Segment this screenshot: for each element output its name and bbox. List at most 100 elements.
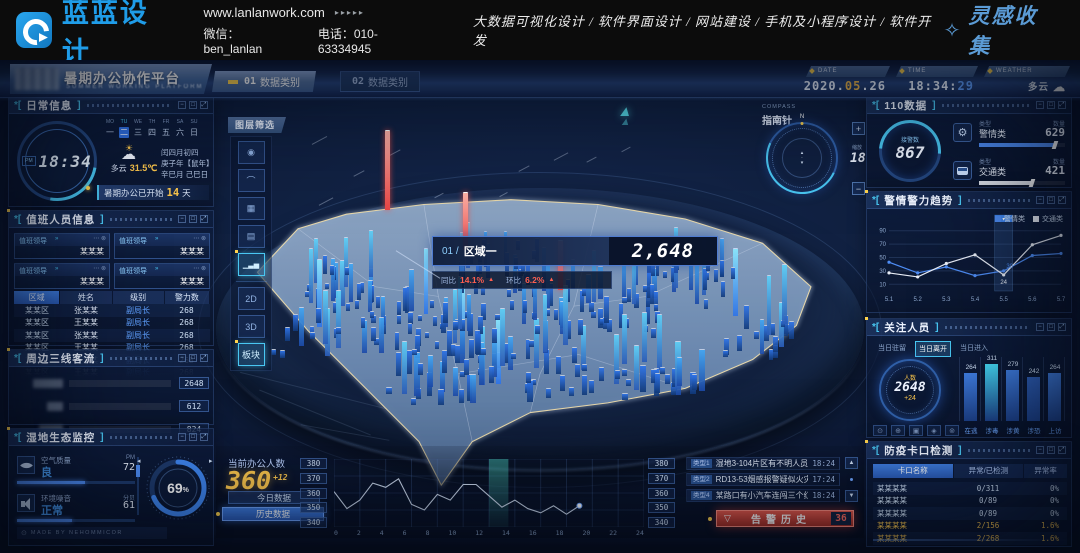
column-header[interactable]: 姓名 — [60, 291, 111, 304]
window-icon[interactable]: □ — [189, 101, 197, 109]
duty-leader-card[interactable]: 值班领导»⋯ ⊗某某某 — [14, 233, 110, 259]
layer-filter-toolbar: ◉ ⌒ ▦ ▤ ▁▃▅ 2D 3D 板块 — [230, 136, 272, 371]
expand-icon[interactable]: ⤢ — [200, 433, 208, 441]
tooltip-region-name: 区域一 — [464, 243, 497, 259]
duty-leader-card[interactable]: 值班领导»⋯ ⊗某某某 — [14, 263, 110, 289]
svg-text:24: 24 — [1000, 280, 1007, 286]
column-header[interactable]: 区域 — [14, 291, 59, 304]
notice-banner: 暑期办公已开始14天 — [97, 185, 209, 200]
column-header[interactable]: 异常/已检测 — [954, 464, 1024, 478]
window-icon[interactable]: □ — [1047, 196, 1055, 204]
zoom-in-button[interactable]: + — [852, 122, 865, 135]
watermark: ⊙ MADE BY NEHOMMICOR — [17, 527, 167, 539]
minimize-icon[interactable]: − — [178, 101, 186, 109]
grid-icon[interactable]: ▦ — [238, 197, 265, 220]
column-header[interactable]: 卡口名称 — [873, 464, 953, 478]
minimize-icon[interactable]: − — [1036, 101, 1044, 109]
table-row[interactable]: 某某区王某某副局长268 — [14, 317, 210, 330]
office-count-delta: +12 — [273, 473, 287, 482]
clock-time: 18:34 — [39, 152, 92, 171]
tab-label: 数据类别 — [260, 74, 300, 89]
svg-text:30: 30 — [879, 269, 886, 275]
layer-filter-title: 图层筛选 — [228, 117, 286, 133]
expand-icon[interactable]: ⤢ — [1058, 101, 1066, 109]
window-icon[interactable]: □ — [189, 215, 197, 223]
table-row[interactable]: 某某区张某某副局长268 — [14, 329, 210, 342]
key-icon[interactable]: ⊕ — [891, 425, 905, 436]
alert-history-button[interactable]: ▽ 告警历史 36 — [716, 510, 854, 527]
scroll-down-icon[interactable]: ▼ — [845, 490, 858, 502]
window-icon[interactable]: □ — [1047, 101, 1055, 109]
floating-arrow-icon: ▲▲ — [618, 106, 633, 127]
bar-chart-icon[interactable]: ▁▃▅ — [238, 253, 265, 276]
expand-icon[interactable]: ⤢ — [200, 215, 208, 223]
arrows-decoration: ▸▸▸▸▸ — [335, 8, 365, 17]
tab-data-category-2[interactable]: 02 数据类别 — [340, 71, 420, 92]
mode-block-button[interactable]: 板块 — [238, 343, 265, 366]
focus-tab-0[interactable]: 当日驻留 — [875, 341, 909, 357]
checkpoint-row[interactable]: 某某某某0/3110% — [873, 482, 1067, 495]
weekday-th[interactable]: TH四 — [147, 119, 157, 138]
minimize-icon[interactable]: − — [178, 433, 186, 441]
weekday-we[interactable]: WE三 — [133, 119, 143, 138]
minimize-icon[interactable]: − — [1036, 196, 1044, 204]
minimize-icon[interactable]: − — [178, 354, 186, 362]
wind-dash — [554, 152, 569, 160]
checkpoint-row[interactable]: 某某某某0/890% — [873, 495, 1067, 508]
gauge-right-arrow[interactable]: ▸ — [209, 457, 213, 465]
expand-icon[interactable]: ⤢ — [200, 354, 208, 362]
weekday-mo[interactable]: MO一 — [105, 119, 115, 138]
window-icon[interactable]: □ — [189, 354, 197, 362]
signal-icon[interactable]: ⌒ — [238, 169, 265, 192]
y-tick: 370 — [648, 473, 675, 484]
weekday-su[interactable]: SU日 — [189, 119, 199, 138]
column-header[interactable]: 异常率 — [1024, 464, 1067, 478]
flag-icon[interactable]: ◈ — [927, 425, 941, 436]
collection-badge[interactable]: ✧ 灵感收集 — [944, 0, 1080, 60]
expand-icon[interactable]: ⤢ — [200, 101, 208, 109]
minimize-icon[interactable]: − — [178, 215, 186, 223]
camera-icon[interactable]: ⊚ — [945, 425, 959, 436]
minimize-icon[interactable]: − — [1036, 446, 1044, 454]
weekday-sa[interactable]: SA六 — [175, 119, 185, 138]
compass[interactable]: N ▴·▾ — [766, 122, 838, 194]
table-row[interactable]: 某某区张某某副局长268 — [14, 304, 210, 317]
camera-icon[interactable]: ◉ — [238, 141, 265, 164]
expand-icon[interactable]: ⤢ — [1058, 323, 1066, 331]
window-icon[interactable]: □ — [1047, 446, 1055, 454]
window-icon[interactable]: □ — [1047, 323, 1055, 331]
checkpoint-row[interactable]: 某某某某2/1561.6% — [873, 520, 1067, 533]
alert-row[interactable]: 类型2RD13-53烟感报警疑似火灾17:24 — [686, 473, 840, 486]
focus-tab-1[interactable]: 当日离开 — [915, 341, 951, 357]
scroll-up-icon[interactable]: ▲ — [845, 457, 858, 469]
list-icon[interactable]: ▤ — [238, 225, 265, 248]
website-link[interactable]: www.lanlanwork.com — [203, 5, 324, 20]
wind-dash — [311, 136, 326, 145]
tab-data-category-1[interactable]: 01 数据类别 — [212, 71, 316, 92]
duty-leader-card[interactable]: 值班领导»⋯ ⊗某某某 — [114, 263, 210, 289]
alert-row[interactable]: 类型1湿地3-104片区有不明人员闯入18:24 — [686, 457, 840, 470]
duty-leader-card[interactable]: 值班领导»⋯ ⊗某某某 — [114, 233, 210, 259]
expand-icon[interactable]: ⤢ — [1058, 196, 1066, 204]
type-count: 629 — [1045, 126, 1065, 139]
zoom-out-button[interactable]: − — [852, 182, 865, 195]
focus-bar — [1048, 373, 1061, 421]
expand-icon[interactable]: ⤢ — [1058, 446, 1066, 454]
window-icon[interactable]: □ — [189, 433, 197, 441]
checkpoint-row[interactable]: 某某某某0/890% — [873, 507, 1067, 520]
time-display: TIME 18:34:29 — [896, 66, 978, 94]
gauge-left-arrow[interactable]: ◂ — [137, 457, 141, 465]
mode-3d-button[interactable]: 3D — [238, 315, 265, 338]
eco-slider[interactable] — [137, 457, 139, 515]
person-icon[interactable]: ⊙ — [873, 425, 887, 436]
alert-row[interactable]: 类型4某路口有小汽车连闯三个红灯18:24 — [686, 489, 840, 502]
column-header[interactable]: 级别 — [113, 291, 164, 304]
id-card-icon[interactable]: ▣ — [909, 425, 923, 436]
brand-logo[interactable]: 蓝蓝设计 — [0, 0, 177, 69]
minimize-icon[interactable]: − — [1036, 323, 1044, 331]
weekday-fr[interactable]: FR五 — [161, 119, 171, 138]
weekday-tu[interactable]: TU二 — [119, 119, 129, 138]
column-header[interactable]: 警力数 — [165, 291, 209, 304]
mode-2d-button[interactable]: 2D — [238, 287, 265, 310]
legend-item: 交通类 — [1033, 214, 1063, 224]
